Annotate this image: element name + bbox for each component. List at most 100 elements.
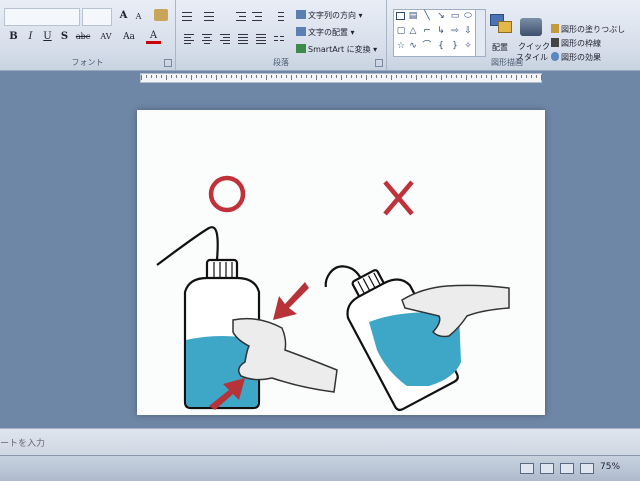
gallery-scroll[interactable] <box>475 9 486 57</box>
ruler-tick <box>401 75 402 78</box>
slide-canvas[interactable]: O X <box>137 110 545 415</box>
char-spacing-button[interactable]: AV <box>96 30 116 44</box>
arc-shape-icon[interactable]: ⌒ <box>422 41 432 51</box>
ruler-tick <box>541 75 542 80</box>
ruler-tick <box>196 75 197 78</box>
line-spacing-icon[interactable] <box>272 10 286 22</box>
shape-fill-button[interactable]: 図形の塗りつぶし <box>551 24 625 35</box>
ruler-tick <box>256 75 257 78</box>
ruler-tick <box>326 75 327 78</box>
upper-squeeze-arrow <box>273 282 309 320</box>
right-arrow-shape-icon[interactable]: ⇨ <box>450 26 460 36</box>
ruler-tick <box>441 75 442 80</box>
ruler-tick <box>461 75 462 78</box>
ruler-tick <box>251 75 252 78</box>
font-dialog-launcher[interactable] <box>164 59 172 67</box>
text-direction-button[interactable]: 文字列の方向 ▾ <box>296 10 363 21</box>
slide-sorter-icon[interactable] <box>540 463 554 474</box>
align-text-button[interactable]: 文字の配置 ▾ <box>296 27 355 38</box>
arrow-line-shape-icon[interactable]: ↘ <box>436 11 446 21</box>
grow-font-button[interactable]: A <box>116 9 131 23</box>
align-right-icon[interactable] <box>218 33 232 45</box>
ruler-tick <box>286 75 287 78</box>
font-name-box[interactable] <box>4 8 80 26</box>
vertical-textbox-shape-icon[interactable]: ▤ <box>408 11 418 21</box>
smartart-button[interactable]: SmartArt に変換 ▾ <box>296 44 377 55</box>
bullets-icon[interactable] <box>180 10 194 22</box>
triangle-shape-icon[interactable]: △ <box>408 26 418 36</box>
arrange-button[interactable]: 配置 <box>492 42 508 53</box>
ruler-tick <box>241 75 242 80</box>
align-left-icon[interactable] <box>182 33 196 45</box>
elbow-arrow-shape-icon[interactable]: ↳ <box>436 26 446 36</box>
columns-icon[interactable] <box>272 33 286 45</box>
strikethrough-button[interactable]: S <box>57 30 72 44</box>
textbox-shape-icon[interactable] <box>396 12 405 20</box>
italic-button[interactable]: I <box>23 30 38 44</box>
wrong-x-mark <box>383 180 414 216</box>
underline-button[interactable]: U <box>40 30 55 44</box>
ruler-tick <box>161 75 162 78</box>
zoom-level[interactable]: 75% <box>600 462 620 472</box>
ruler-tick <box>301 75 302 78</box>
slideshow-icon[interactable] <box>580 463 594 474</box>
font-color-button[interactable]: A <box>146 30 161 44</box>
text-direction-icon <box>296 10 306 19</box>
star-small-shape-icon[interactable]: ✧ <box>463 41 473 51</box>
justify-icon[interactable] <box>236 33 250 45</box>
align-center-icon[interactable] <box>200 33 214 45</box>
rounded-rect-shape-icon[interactable]: ▢ <box>396 26 406 36</box>
notes-pane[interactable]: ートを入力 <box>0 428 640 455</box>
ruler-tick <box>316 75 317 80</box>
font-group-label: フォント <box>71 58 104 67</box>
ruler-tick <box>486 75 487 78</box>
down-arrow-shape-icon[interactable]: ⇩ <box>463 26 473 36</box>
quick-styles-icon[interactable] <box>520 18 542 36</box>
paragraph-dialog-launcher[interactable] <box>375 59 383 67</box>
ruler-tick <box>246 75 247 78</box>
pen-icon <box>551 38 559 47</box>
numbering-icon[interactable] <box>202 10 216 22</box>
elbow-shape-icon[interactable]: ⌐ <box>422 26 432 36</box>
ruler-tick <box>506 75 507 78</box>
ruler-tick <box>331 75 332 78</box>
line-shape-icon[interactable]: ╲ <box>422 11 432 21</box>
horizontal-ruler[interactable] <box>140 73 542 83</box>
increase-indent-icon[interactable] <box>250 10 264 22</box>
reading-view-icon[interactable] <box>560 463 574 474</box>
ruler-tick <box>181 75 182 78</box>
ruler-tick <box>386 75 387 78</box>
bold-button[interactable]: B <box>6 30 21 44</box>
abc-button[interactable]: abc <box>73 30 93 44</box>
decrease-indent-icon[interactable] <box>234 10 248 22</box>
quick-styles-label-1[interactable]: クイック <box>518 41 550 52</box>
correct-circle-mark <box>208 175 246 213</box>
clear-format-icon[interactable] <box>154 9 168 21</box>
left-brace-shape-icon[interactable]: { <box>436 41 446 51</box>
ruler-tick <box>451 75 452 78</box>
ruler-tick <box>321 75 322 78</box>
ruler-tick <box>261 75 262 78</box>
arrange-icon[interactable] <box>490 14 512 34</box>
shape-outline-button[interactable]: 図形の枠線 <box>551 38 601 49</box>
rectangle-shape-icon[interactable]: ▭ <box>450 11 460 21</box>
align-text-icon <box>296 27 306 36</box>
ruler-tick <box>266 75 267 80</box>
distribute-icon[interactable] <box>254 33 268 45</box>
ruler-tick <box>141 75 142 80</box>
ruler-tick <box>476 75 477 78</box>
ruler-tick <box>176 75 177 78</box>
right-brace-shape-icon[interactable]: } <box>450 41 460 51</box>
ruler-tick <box>456 75 457 78</box>
oval-shape-icon[interactable]: ⬭ <box>463 11 473 21</box>
paint-bucket-icon <box>551 24 559 33</box>
normal-view-icon[interactable] <box>520 463 534 474</box>
font-group: A A B I U S abc AV Aa A フォント <box>0 0 176 70</box>
font-size-box[interactable] <box>82 8 112 26</box>
star-shape-icon[interactable]: ☆ <box>396 41 406 51</box>
shapes-gallery[interactable]: ▤ ╲ ↘ ▭ ⬭ ▢ △ ⌐ ↳ ⇨ ⇩ ☆ ∿ ⌒ { } ✧ <box>393 9 477 57</box>
curve-shape-icon[interactable]: ∿ <box>408 41 418 51</box>
ruler-tick <box>171 75 172 78</box>
change-case-button[interactable]: Aa <box>120 30 138 44</box>
shrink-font-button[interactable]: A <box>131 10 146 24</box>
